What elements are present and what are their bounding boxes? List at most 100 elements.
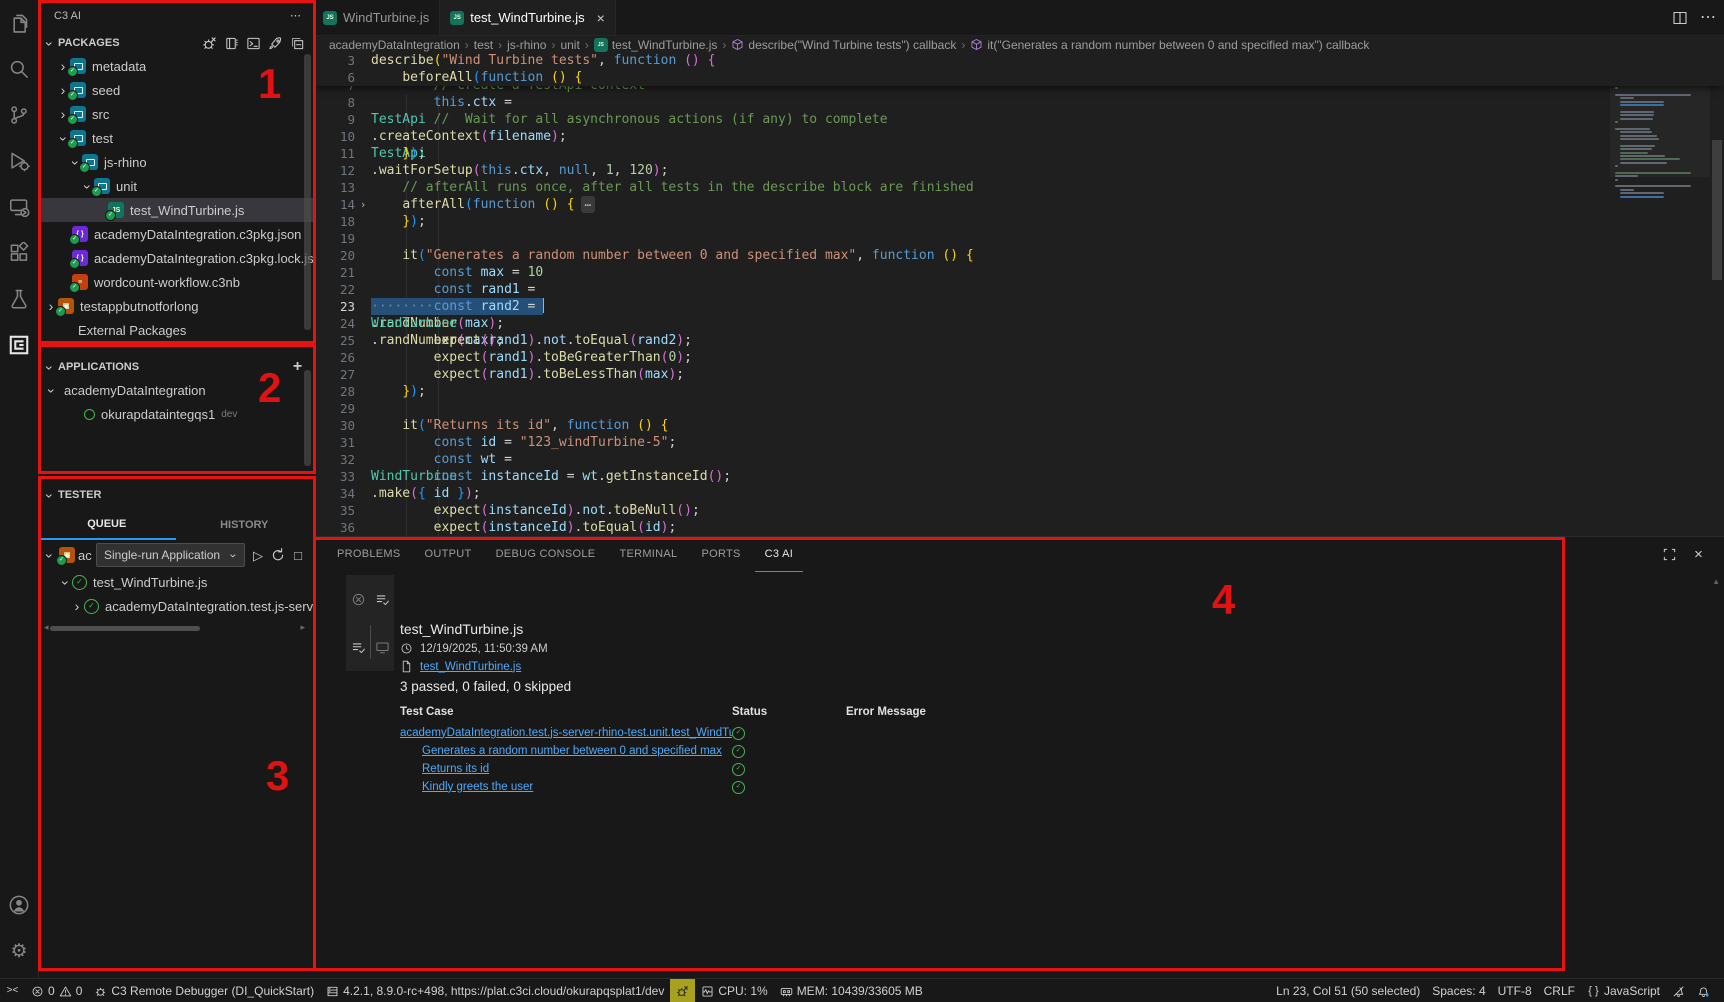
tree-item-academydataintegration-c3pkg-json[interactable]: { } academyDataIntegration.c3pkg.json: [38, 222, 313, 246]
packages-section-header[interactable]: › PACKAGES: [38, 32, 313, 54]
tree-item-academydataintegration-c3pkg-lock-json[interactable]: { } academyDataIntegration.c3pkg.lock.jso…: [38, 246, 313, 270]
tester-item-academydataintegration-test-js-server-rhino[interactable]: ›✓ academyDataIntegration.test.js-server-…: [38, 594, 313, 618]
code-editor[interactable]: 3 describe("Wind Turbine tests", function…: [313, 52, 1724, 536]
panel-tab-terminal[interactable]: TERMINAL: [609, 537, 687, 572]
run-config-dropdown[interactable]: Single-run Application ›: [96, 543, 245, 567]
tree-item-test[interactable]: ›test: [38, 126, 313, 150]
breadcrumb-item[interactable]: JS test_WindTurbine.js: [593, 37, 717, 52]
tree-item-unit[interactable]: ›unit: [38, 174, 313, 198]
breadcrumb-item[interactable]: academyDataIntegration: [329, 38, 460, 52]
activity-c3-ai[interactable]: [0, 322, 38, 368]
activity-remote-explorer[interactable]: [0, 184, 38, 230]
status-indentation[interactable]: Spaces: 4: [1426, 979, 1491, 1002]
tester-section-header[interactable]: › TESTER: [38, 484, 313, 506]
status-debugger[interactable]: C3 Remote Debugger (DI_QuickStart): [88, 979, 320, 1002]
test-case-link[interactable]: Returns its id: [422, 763, 732, 775]
tree-item-src[interactable]: ›src: [38, 102, 313, 126]
test-case-link[interactable]: academyDataIntegration.test.js-server-rh…: [400, 727, 732, 739]
chevron-right-icon[interactable]: ›: [70, 598, 84, 614]
tree-item-testappbutnotforlong[interactable]: ›▣testappbutnotforlong: [38, 294, 313, 318]
test-list-icon[interactable]: [375, 592, 390, 607]
check-circle-icon: ✓: [732, 727, 745, 740]
status-eol[interactable]: CRLF: [1538, 979, 1581, 1002]
panel-tab-problems[interactable]: PROBLEMS: [327, 537, 411, 572]
breadcrumb-item[interactable]: unit: [560, 38, 579, 52]
panel-tab-c3-ai[interactable]: C3 AI: [754, 537, 804, 572]
activity-explorer[interactable]: [0, 0, 38, 46]
tab-queue[interactable]: QUEUE: [38, 510, 176, 540]
panel-tab-ports[interactable]: PORTS: [691, 537, 750, 572]
activity-account[interactable]: [0, 882, 38, 928]
scroll-right-icon[interactable]: ▸: [300, 622, 305, 633]
tester-horizontal-scrollbar[interactable]: ◂ ▸: [38, 622, 313, 634]
activity-search[interactable]: [0, 46, 38, 92]
activity-run-debug[interactable]: [0, 138, 38, 184]
scroll-left-icon[interactable]: ◂: [44, 622, 49, 633]
chevron-down-icon[interactable]: ›: [58, 576, 74, 590]
tree-item-academydataintegration[interactable]: › academyDataIntegration: [38, 378, 313, 402]
breadcrumb-item[interactable]: js-rhino: [507, 38, 546, 52]
collapse-all-icon[interactable]: [290, 36, 305, 51]
activity-testing[interactable]: [0, 276, 38, 322]
packages-scrollbar[interactable]: [304, 54, 311, 330]
activity-settings-gear[interactable]: ⚙: [0, 928, 38, 974]
status-encoding[interactable]: UTF-8: [1492, 979, 1538, 1002]
editor-tab-test-windturbine-js[interactable]: JS test_WindTurbine.js ×: [440, 0, 616, 35]
status-memory[interactable]: MEM: 10439/33605 MB: [774, 979, 929, 1002]
terminal-icon[interactable]: [246, 36, 261, 51]
chevron-down-icon[interactable]: ›: [44, 384, 60, 398]
status-cursor-position[interactable]: Ln 23, Col 51 (50 selected): [1270, 979, 1426, 1002]
status-cpu[interactable]: CPU: 1%: [695, 979, 773, 1002]
tester-item-test-windturbine-js[interactable]: › ✓ test_WindTurbine.js: [38, 570, 313, 594]
add-icon[interactable]: +: [290, 359, 305, 375]
breadcrumb-item[interactable]: describe("Wind Turbine tests") callback: [731, 38, 956, 52]
panel-tab-output[interactable]: OUTPUT: [415, 537, 482, 572]
clear-icon[interactable]: [351, 592, 366, 607]
folded-code-ellipsis[interactable]: …: [580, 196, 596, 213]
remote-icon: ><: [6, 985, 19, 996]
maximize-panel-icon[interactable]: [1662, 547, 1677, 562]
applications-section-header[interactable]: › APPLICATIONS +: [38, 356, 313, 378]
close-icon[interactable]: ×: [597, 10, 605, 26]
close-icon[interactable]: ×: [1691, 547, 1706, 562]
status-test-debug[interactable]: [670, 979, 696, 1002]
result-file-link[interactable]: test_WindTurbine.js: [420, 661, 521, 673]
tree-item-okurapdataintegqs1[interactable]: okurapdataintegqs1 dev: [38, 402, 313, 426]
breadcrumb-item[interactable]: test: [474, 38, 493, 52]
device-icon[interactable]: [375, 640, 390, 655]
status-problems[interactable]: 00: [25, 979, 88, 1002]
test-case-link[interactable]: Generates a random number between 0 and …: [422, 745, 732, 757]
editor-tab-windturbine-js[interactable]: JS WindTurbine.js: [313, 0, 441, 35]
activity-source-control[interactable]: [0, 92, 38, 138]
tree-item-seed[interactable]: ›seed: [38, 78, 313, 102]
breadcrumb-item[interactable]: it("Generates a random number between 0 …: [970, 38, 1369, 52]
status-do-not-disturb[interactable]: [1666, 979, 1691, 1002]
tree-item-metadata[interactable]: ›metadata: [38, 54, 313, 78]
debug-tests-icon[interactable]: [202, 36, 217, 51]
more-actions-icon[interactable]: ⋯: [1700, 9, 1716, 26]
tree-item-external-packages[interactable]: External Packages: [38, 318, 313, 342]
scroll-up-icon[interactable]: ▲: [1712, 577, 1720, 586]
status-remote-indicator[interactable]: ><: [0, 979, 25, 1002]
tree-item-js-rhino[interactable]: ›js-rhino: [38, 150, 313, 174]
deploy-rocket-icon[interactable]: [268, 36, 283, 51]
notebook-icon[interactable]: [224, 36, 239, 51]
run-icon[interactable]: ▷: [250, 547, 266, 563]
tab-history[interactable]: HISTORY: [176, 510, 314, 540]
status-language[interactable]: { } JavaScript: [1581, 979, 1666, 1002]
stop-icon[interactable]: □: [290, 547, 306, 563]
tree-item-wordcount-workflow-c3nb[interactable]: ≡ wordcount-workflow.c3nb: [38, 270, 313, 294]
activity-extensions[interactable]: [0, 230, 38, 276]
split-editor-icon[interactable]: [1672, 10, 1688, 26]
fold-chevron-icon[interactable]: ›: [355, 196, 371, 213]
applications-scrollbar[interactable]: [304, 370, 311, 466]
status-c3-environment[interactable]: 4.2.1, 8.9.0-rc+498, https://plat.c3ci.c…: [320, 979, 670, 1002]
tree-item-test-windturbine-js[interactable]: JS test_WindTurbine.js: [38, 198, 313, 222]
more-actions-icon[interactable]: ⋯: [288, 9, 303, 24]
editor-scrollbar[interactable]: [1710, 52, 1724, 536]
status-notifications[interactable]: [1691, 979, 1716, 1002]
test-case-link[interactable]: Kindly greets the user: [422, 781, 732, 793]
rerun-icon[interactable]: [270, 547, 286, 563]
output-list-icon[interactable]: [351, 640, 366, 655]
panel-tab-debug-console[interactable]: DEBUG CONSOLE: [486, 537, 606, 572]
